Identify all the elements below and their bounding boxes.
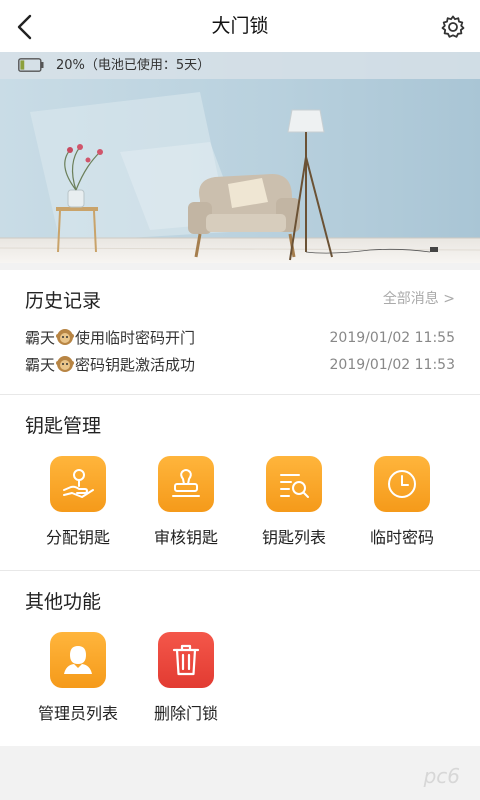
list-search-icon <box>266 456 322 512</box>
pc6-watermark-logo: pc6 <box>423 764 460 788</box>
monkey-avatar-icon <box>56 356 75 372</box>
room-illustration <box>0 52 480 263</box>
history-section: 历史记录 全部消息 > 霸天 使用临时密码开门 2019/01/02 11:55 … <box>0 270 480 394</box>
history-action: 密码钥匙激活成功 <box>75 356 196 374</box>
key-management-title: 钥匙管理 <box>25 415 102 437</box>
admin-list-label: 管理员列表 <box>37 704 118 723</box>
key-management-section: 钥匙管理 分配钥匙 审核钥匙 钥匙列表 临时密码 <box>0 395 480 570</box>
all-messages-link[interactable]: 全部消息 > <box>383 288 455 308</box>
assign-key-label: 分配钥匙 <box>45 528 110 547</box>
battery-status-text: 20%（电池已使用：5天） <box>56 58 211 73</box>
delete-lock-label: 删除门锁 <box>153 704 218 723</box>
assign-key-button[interactable]: 分配钥匙 <box>24 456 132 548</box>
other-functions-section: 其他功能 管理员列表 删除门锁 <box>0 571 480 746</box>
top-bar: 大门锁 <box>0 0 480 52</box>
trash-icon <box>158 632 214 688</box>
history-entry-text: 霸天 使用临时密码开门 <box>25 326 195 350</box>
page-title: 大门锁 <box>211 15 269 37</box>
history-time: 2019/01/02 11:55 <box>329 330 456 346</box>
review-key-label: 审核钥匙 <box>153 528 218 547</box>
admin-user-icon <box>50 632 106 688</box>
clock-icon <box>374 456 430 512</box>
history-action: 使用临时密码开门 <box>75 329 196 347</box>
temp-password-label: 临时密码 <box>369 528 434 547</box>
delete-lock-button[interactable]: 删除门锁 <box>132 632 240 724</box>
history-entry-text: 霸天 密码钥匙激活成功 <box>25 353 195 377</box>
history-user: 霸天 <box>25 356 56 374</box>
key-list-label: 钥匙列表 <box>261 528 326 547</box>
hand-key-icon <box>50 456 106 512</box>
battery-icon <box>18 58 44 72</box>
history-row[interactable]: 霸天 密码钥匙激活成功 2019/01/02 11:53 <box>25 353 455 377</box>
admin-list-button[interactable]: 管理员列表 <box>24 632 132 724</box>
history-time: 2019/01/02 11:53 <box>329 357 456 373</box>
battery-status-bar: 20%（电池已使用：5天） <box>0 52 480 79</box>
room-banner-image: 20%（电池已使用：5天） <box>0 52 480 263</box>
monkey-avatar-icon <box>56 329 75 345</box>
gear-icon[interactable] <box>440 14 466 40</box>
history-row[interactable]: 霸天 使用临时密码开门 2019/01/02 11:55 <box>25 326 455 350</box>
stamp-icon <box>158 456 214 512</box>
other-functions-title: 其他功能 <box>25 591 102 613</box>
history-title: 历史记录 <box>25 290 102 312</box>
temp-password-button[interactable]: 临时密码 <box>348 456 456 548</box>
key-list-button[interactable]: 钥匙列表 <box>240 456 348 548</box>
review-key-button[interactable]: 审核钥匙 <box>132 456 240 548</box>
history-user: 霸天 <box>25 329 56 347</box>
